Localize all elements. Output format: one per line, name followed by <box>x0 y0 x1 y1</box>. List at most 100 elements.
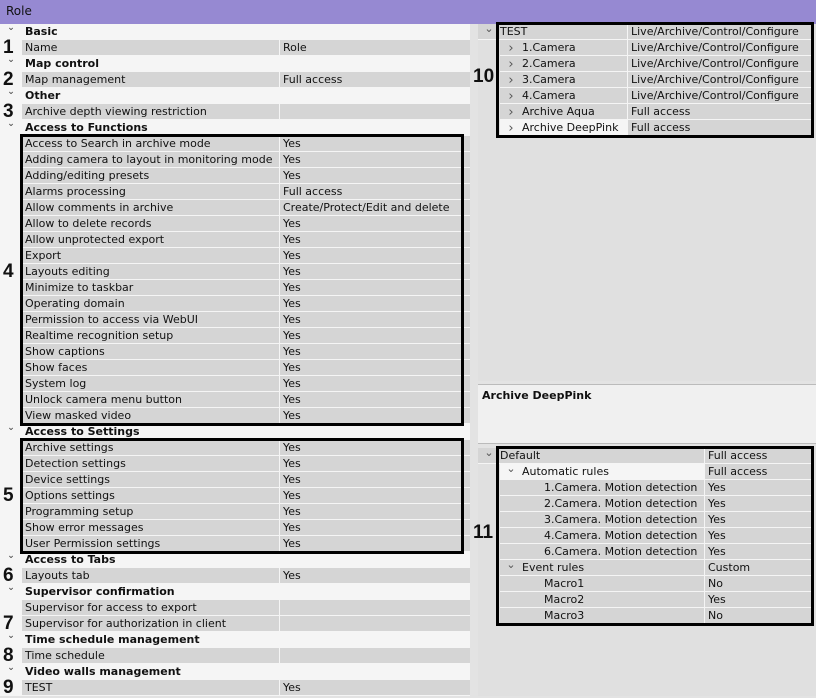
tree-node-value[interactable]: No <box>705 576 812 591</box>
chevron-right-icon[interactable]: › <box>504 73 518 88</box>
chevron-down-icon[interactable]: ⌄ <box>4 24 18 36</box>
property-value[interactable]: Yes <box>280 296 470 311</box>
section-header[interactable]: ⌄ Access to Settings <box>0 424 470 440</box>
property-row[interactable]: Permission to access via WebUI Yes <box>22 312 470 328</box>
tree-row[interactable]: Archive Aqua Full access <box>500 104 812 120</box>
tree-node-value[interactable]: Live/Archive/Control/Configure <box>628 40 812 55</box>
chevron-right-icon[interactable]: › <box>504 105 518 120</box>
property-row[interactable]: Layouts editing Yes <box>22 264 470 280</box>
property-row[interactable]: Supervisor for access to export <box>22 600 470 616</box>
property-value[interactable]: Yes <box>280 456 470 471</box>
tree-row[interactable]: 1.Camera Live/Archive/Control/Configure <box>500 40 812 56</box>
property-value[interactable]: Yes <box>280 488 470 503</box>
property-value[interactable] <box>280 600 470 615</box>
property-value[interactable]: Full access <box>280 72 470 87</box>
tree-row[interactable]: 6.Camera. Motion detection Yes <box>500 544 812 560</box>
property-value[interactable] <box>280 616 470 631</box>
chevron-right-icon[interactable]: › <box>504 89 518 104</box>
property-value[interactable]: Full access <box>280 184 470 199</box>
property-value[interactable]: Yes <box>280 216 470 231</box>
property-value[interactable]: Yes <box>280 248 470 263</box>
property-value[interactable] <box>280 104 470 119</box>
property-value[interactable]: Yes <box>280 520 470 535</box>
tree-row[interactable]: 3.Camera Live/Archive/Control/Configure <box>500 72 812 88</box>
chevron-down-icon[interactable]: ⌄ <box>4 88 18 100</box>
property-value[interactable]: Yes <box>280 440 470 455</box>
chevron-down-icon[interactable]: ⌄ <box>4 664 18 676</box>
tree-row[interactable]: 4.Camera. Motion detection Yes <box>500 528 812 544</box>
tree-node-value[interactable]: Live/Archive/Control/Configure <box>628 72 812 87</box>
tree-node-value[interactable]: Live/Archive/Control/Configure <box>628 88 812 103</box>
section-header[interactable]: ⌄ Supervisor confirmation <box>0 584 470 600</box>
property-row[interactable]: Access to Search in archive mode Yes <box>22 136 470 152</box>
chevron-right-icon[interactable]: › <box>504 57 518 72</box>
chevron-right-icon[interactable]: › <box>504 121 518 136</box>
property-value[interactable]: Yes <box>280 360 470 375</box>
property-row[interactable]: Allow unprotected export Yes <box>22 232 470 248</box>
tree-node-value[interactable]: Custom <box>705 560 812 575</box>
property-value[interactable]: Yes <box>280 408 470 423</box>
section-header[interactable]: ⌄ Access to Tabs <box>0 552 470 568</box>
property-value[interactable]: Yes <box>280 504 470 519</box>
section-header[interactable]: ⌄ Time schedule management <box>0 632 470 648</box>
property-row[interactable]: Allow to delete records Yes <box>22 216 470 232</box>
chevron-down-icon[interactable]: ⌄ <box>4 56 18 68</box>
property-value[interactable] <box>280 648 470 663</box>
section-header[interactable]: ⌄ Map control <box>0 56 470 72</box>
property-value[interactable]: Yes <box>280 568 470 583</box>
tree-row[interactable]: Macro1 No <box>500 576 812 592</box>
property-row[interactable]: Detection settings Yes <box>22 456 470 472</box>
property-row[interactable]: Alarms processing Full access <box>22 184 470 200</box>
property-value[interactable]: Yes <box>280 680 470 695</box>
property-row[interactable]: Time schedule <box>22 648 470 664</box>
tree-row[interactable]: 3.Camera. Motion detection Yes <box>500 512 812 528</box>
tree-node-value[interactable]: Yes <box>705 528 812 543</box>
property-value[interactable]: Yes <box>280 152 470 167</box>
property-row[interactable]: Layouts tab Yes <box>22 568 470 584</box>
property-value[interactable]: Yes <box>280 232 470 247</box>
property-value[interactable]: Yes <box>280 328 470 343</box>
chevron-down-icon[interactable]: ⌄ <box>4 552 18 564</box>
property-row[interactable]: Show faces Yes <box>22 360 470 376</box>
property-row[interactable]: Archive settings Yes <box>22 440 470 456</box>
property-row[interactable]: Unlock camera menu button Yes <box>22 392 470 408</box>
chevron-down-icon[interactable]: ⌄ <box>4 120 18 132</box>
tree-row[interactable]: Macro2 Yes <box>500 592 812 608</box>
tree-node-value[interactable]: Full access <box>705 448 812 463</box>
property-row[interactable]: Name Role <box>22 40 470 56</box>
tree-row[interactable]: Default Full access <box>478 448 812 464</box>
tree-row[interactable]: Macro3 No <box>500 608 812 624</box>
property-row[interactable]: Programming setup Yes <box>22 504 470 520</box>
tree-row[interactable]: Archive DeepPink Full access <box>500 120 812 136</box>
property-row[interactable]: Supervisor for authorization in client <box>22 616 470 632</box>
section-header[interactable]: ⌄ Basic <box>0 24 470 40</box>
tree-row[interactable]: 2.Camera Live/Archive/Control/Configure <box>500 56 812 72</box>
property-value[interactable]: Yes <box>280 312 470 327</box>
tree-node-value[interactable]: Live/Archive/Control/Configure <box>628 24 812 39</box>
property-row[interactable]: View masked video Yes <box>22 408 470 424</box>
tree-node-value[interactable]: Yes <box>705 512 812 527</box>
chevron-down-icon[interactable]: ⌄ <box>482 21 496 36</box>
property-row[interactable]: Realtime recognition setup Yes <box>22 328 470 344</box>
chevron-down-icon[interactable]: ⌄ <box>4 584 18 596</box>
property-value[interactable]: Yes <box>280 168 470 183</box>
property-value[interactable]: Yes <box>280 344 470 359</box>
property-value[interactable]: Yes <box>280 280 470 295</box>
chevron-down-icon[interactable]: ⌄ <box>482 445 496 460</box>
property-row[interactable]: Show captions Yes <box>22 344 470 360</box>
tree-node-value[interactable]: Yes <box>705 496 812 511</box>
tree-node-value[interactable]: Full access <box>628 104 812 119</box>
property-row[interactable]: TEST Yes <box>22 680 470 696</box>
property-row[interactable]: Options settings Yes <box>22 488 470 504</box>
tree-row[interactable]: 2.Camera. Motion detection Yes <box>500 496 812 512</box>
property-value[interactable]: Yes <box>280 392 470 407</box>
tree-row[interactable]: 1.Camera. Motion detection Yes <box>500 480 812 496</box>
property-value[interactable]: Create/Protect/Edit and delete <box>280 200 470 215</box>
property-row[interactable]: Archive depth viewing restriction <box>22 104 470 120</box>
chevron-right-icon[interactable]: › <box>504 41 518 56</box>
tree-node-value[interactable]: Full access <box>705 464 812 479</box>
property-row[interactable]: Adding camera to layout in monitoring mo… <box>22 152 470 168</box>
property-row[interactable]: Show error messages Yes <box>22 520 470 536</box>
tree-node-value[interactable]: Live/Archive/Control/Configure <box>628 56 812 71</box>
tree-node-value[interactable]: Yes <box>705 480 812 495</box>
